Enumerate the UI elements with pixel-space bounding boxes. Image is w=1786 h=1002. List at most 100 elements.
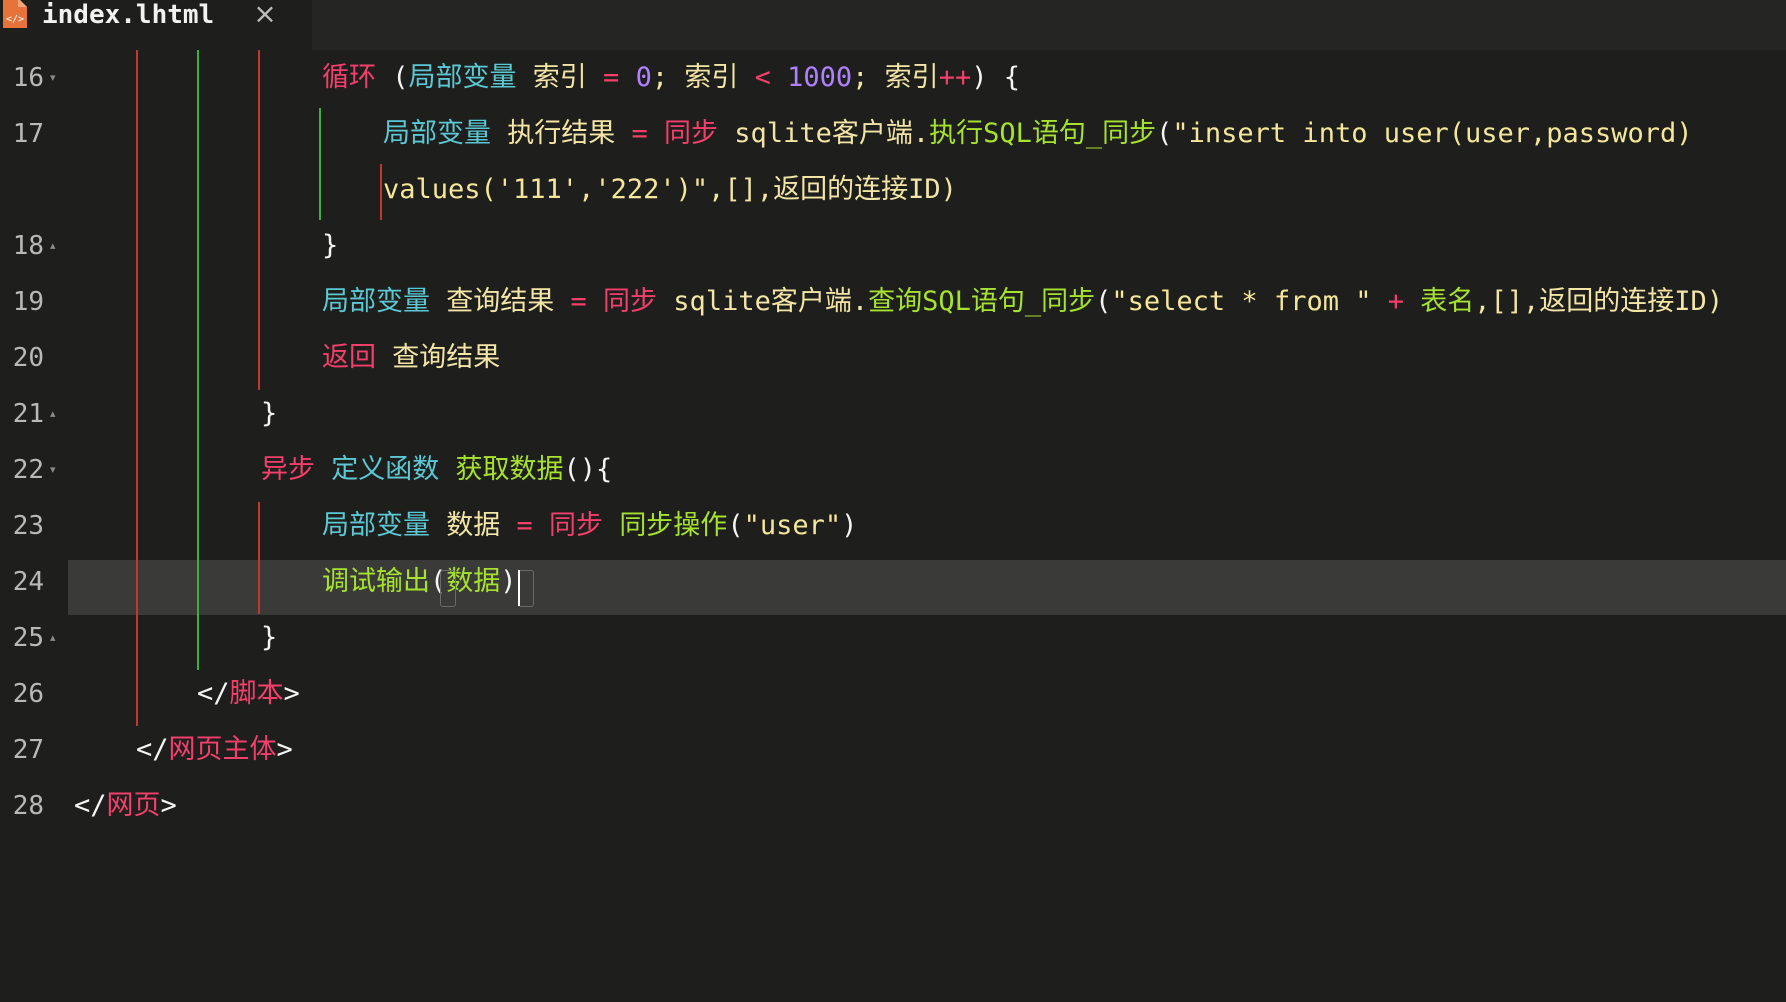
keyword: 局部变量 (322, 286, 430, 317)
keyword: 异步 (261, 454, 315, 485)
code-line[interactable]: 21 ▴ } (0, 386, 1786, 442)
line-number: 19 (12, 287, 44, 317)
punctuation: ( (727, 510, 744, 541)
punctuation: ) (841, 510, 858, 541)
punctuation (648, 118, 664, 149)
line-number: 16 (12, 63, 44, 93)
punctuation (315, 454, 331, 485)
code-text: } (322, 218, 338, 274)
operator: = (631, 118, 648, 149)
tab-bar: </> index.lhtml × (0, 0, 1786, 50)
code-line[interactable]: 16 ▾ 循环 (局部变量 索引 = 0; 索引 < 1000; 索引++) { (0, 50, 1786, 106)
tag-name: 网页主体 (168, 734, 277, 765)
code-text: 循环 (局部变量 索引 = 0; 索引 < 1000; 索引++) { (322, 50, 1020, 106)
operator: = (516, 510, 533, 541)
punctuation: ) { (971, 62, 1020, 93)
text-cursor (518, 570, 520, 606)
fold-toggle-icon[interactable]: ▾ (50, 50, 56, 106)
punctuation (603, 510, 619, 541)
punctuation (533, 510, 549, 541)
keyword: 局部变量 (383, 118, 491, 149)
punctuation: </ (197, 678, 230, 709)
identifier: sqlite客户端. (657, 286, 869, 317)
tab-index-lhtml[interactable]: </> index.lhtml × (0, 0, 312, 50)
keyword: 返回 (322, 342, 376, 373)
identifier: 查询结果 (376, 342, 501, 373)
line-number: 21 (12, 399, 44, 429)
string-literal: values('111','222')" (383, 174, 709, 205)
function-name: 同步操作 (619, 510, 728, 541)
line-number: 18 (12, 231, 44, 261)
line-number: 26 (12, 679, 44, 709)
fold-toggle-icon[interactable]: ▾ (50, 442, 56, 498)
punctuation (439, 454, 455, 485)
code-text: </脚本> (197, 666, 300, 722)
svg-text:</>: </> (6, 14, 24, 25)
code-line[interactable]: 25 ▴ } (0, 610, 1786, 666)
code-line[interactable]: 20 返回 查询结果 (0, 330, 1786, 386)
code-line[interactable]: 18 ▴ } (0, 218, 1786, 274)
identifier: ,[],返回的连接ID) (1474, 286, 1724, 317)
code-editor[interactable]: 16 ▾ 循环 (局部变量 索引 = 0; 索引 < 1000; 索引++) {… (0, 50, 1786, 856)
code-line[interactable]: 22 ▾ 异步 定义函数 获取数据(){ (0, 442, 1786, 498)
identifier: 表名 (1420, 286, 1475, 317)
keyword: 同步 (549, 510, 604, 541)
keyword: 循环 (322, 62, 376, 93)
code-line[interactable]: 27 </网页主体> (0, 722, 1786, 778)
punctuation: } (261, 398, 278, 429)
identifier: 查询结果 (430, 286, 571, 317)
identifier: ; 索引 (651, 62, 755, 93)
code-text: 局部变量 数据 = 同步 同步操作("user") (322, 498, 857, 554)
string-literal: "insert into user(user,password) (1172, 118, 1693, 149)
html-file-icon: </> (3, 0, 27, 28)
code-text: 局部变量 执行结果 = 同步 sqlite客户端.执行SQL语句_同步("ins… (383, 106, 1693, 162)
code-line[interactable]: 23 局部变量 数据 = 同步 同步操作("user") (0, 498, 1786, 554)
close-icon[interactable]: × (250, 0, 280, 30)
punctuation: ( (376, 62, 409, 93)
operator: = (570, 286, 587, 317)
punctuation: </ (136, 734, 169, 765)
fold-toggle-icon[interactable]: ▴ (50, 386, 56, 442)
code-text: 返回 查询结果 (322, 330, 500, 386)
fold-toggle-icon[interactable]: ▴ (50, 610, 56, 666)
line-number: 22 (12, 455, 44, 485)
identifier: 索引 (516, 62, 604, 93)
code-text: 异步 定义函数 获取数据(){ (261, 442, 612, 498)
punctuation (1404, 286, 1420, 317)
tag-name: 网页 (106, 790, 161, 821)
line-number: 28 (12, 791, 44, 821)
code-line-current[interactable]: 24 调试输出(数据) (0, 554, 1786, 610)
code-text: </网页> (74, 778, 177, 834)
function-name: 获取数据 (455, 454, 564, 485)
keyword: 局部变量 (408, 62, 517, 93)
code-line-wrapped[interactable]: values('111','222')",[],返回的连接ID) (0, 162, 1786, 218)
line-number: 17 (12, 119, 44, 149)
line-number: 20 (12, 343, 44, 373)
keyword: 局部变量 (322, 510, 430, 541)
keyword: 同步 (603, 286, 658, 317)
keyword: 同步 (664, 118, 719, 149)
code-text: } (261, 386, 277, 442)
punctuation (587, 286, 603, 317)
bracket-match-close (518, 570, 534, 607)
tag-name: 脚本 (229, 678, 284, 709)
tab-title: index.lhtml (42, 0, 215, 30)
string-literal: "user" (743, 510, 842, 541)
code-line[interactable]: 17 局部变量 执行结果 = 同步 sqlite客户端.执行SQL语句_同步("… (0, 106, 1786, 162)
code-line[interactable]: 28 </网页> (0, 778, 1786, 834)
punctuation: > (160, 790, 177, 821)
fold-toggle-icon[interactable]: ▴ (50, 218, 56, 274)
code-text: 调试输出(数据) (322, 554, 517, 610)
identifier: ,[],返回的连接ID) (708, 174, 957, 205)
line-number: 27 (12, 735, 44, 765)
number-literal: 0 (635, 62, 652, 93)
line-number: 25 (12, 623, 44, 653)
line-number: 23 (12, 511, 44, 541)
punctuation: } (322, 230, 339, 261)
code-line[interactable]: 26 </脚本> (0, 666, 1786, 722)
code-line[interactable]: 19 局部变量 查询结果 = 同步 sqlite客户端.查询SQL语句_同步("… (0, 274, 1786, 330)
punctuation: } (261, 622, 278, 653)
code-text: } (261, 610, 277, 666)
function-name: 调试输出 (322, 566, 430, 597)
string-literal: "select * from " (1111, 286, 1372, 317)
